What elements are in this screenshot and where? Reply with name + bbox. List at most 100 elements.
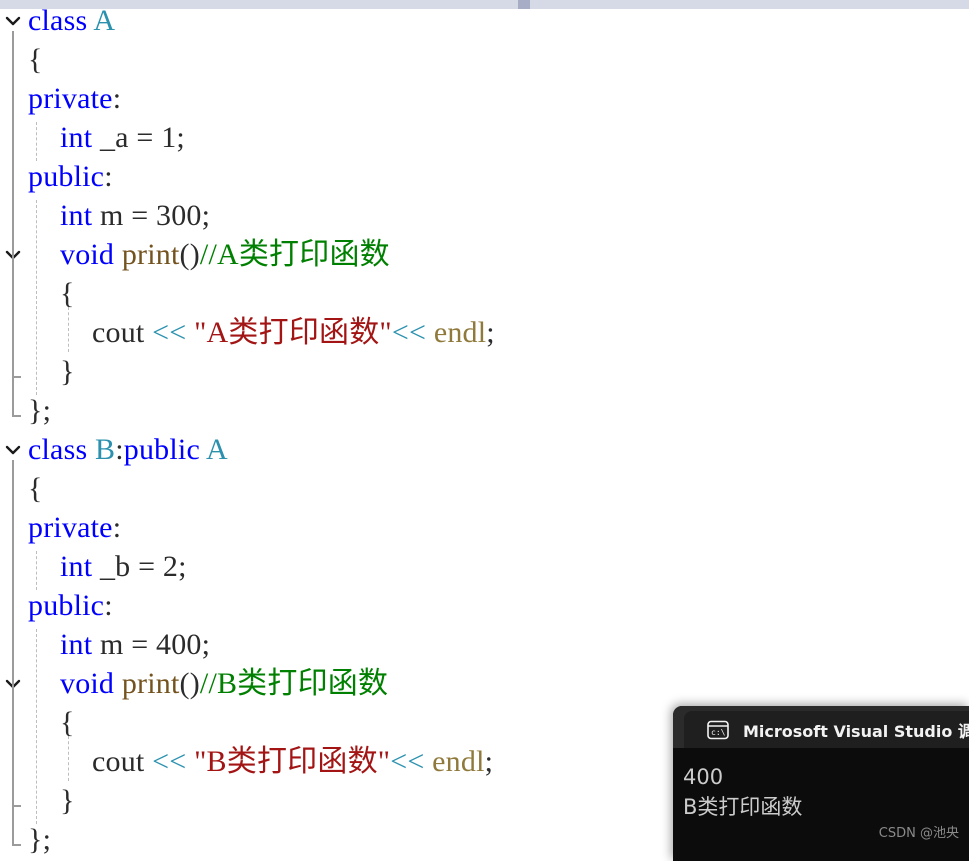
code-token: public [28, 160, 105, 193]
code-token: class [28, 433, 96, 466]
code-token: _a = 1; [92, 121, 185, 154]
code-token: : [112, 82, 122, 115]
code-token: { [60, 706, 75, 739]
indent-guide [68, 307, 69, 352]
code-line: { [28, 469, 43, 508]
outlining-guide-end [12, 844, 21, 846]
horizontal-scrollbar[interactable] [0, 0, 969, 9]
code-line: }; [28, 820, 51, 859]
outlining-guide-end [12, 805, 21, 807]
code-token: print [121, 667, 180, 700]
code-token: { [28, 472, 43, 505]
indent-guide [36, 122, 37, 161]
outlining-gutter[interactable] [0, 9, 26, 861]
code-line: } [60, 352, 75, 391]
console-tab[interactable]: c:\ Microsoft Visual Studio 调试 [684, 711, 969, 748]
code-token: : [104, 160, 113, 193]
code-line: public: [28, 586, 113, 625]
code-token: B [95, 433, 116, 466]
code-token: : [115, 433, 124, 466]
code-line: cout << "B类打印函数"<< endl; [92, 742, 493, 781]
console-title: Microsoft Visual Studio 调试 [743, 721, 969, 741]
code-token: cout [92, 316, 153, 349]
outlining-guide-end [12, 415, 21, 417]
horizontal-scrollbar-thumb[interactable] [518, 0, 530, 9]
collapse-chevron-icon[interactable] [3, 440, 23, 460]
code-line: int m = 400; [60, 625, 210, 664]
code-token: private [28, 82, 113, 115]
code-token: int [60, 628, 93, 661]
code-token: } [60, 784, 75, 817]
indent-guide [36, 551, 37, 590]
code-line: int m = 300; [60, 196, 210, 235]
outlining-guide-line [12, 694, 14, 805]
code-token: "A类打印函数" [194, 316, 392, 349]
collapse-chevron-icon[interactable] [3, 11, 23, 31]
code-token: () [179, 238, 200, 271]
code-token: m = 400; [92, 628, 211, 661]
code-token: << [390, 745, 425, 778]
code-token: void [60, 238, 122, 271]
code-line: }; [28, 391, 51, 430]
code-line: public: [28, 157, 113, 196]
code-token: cout [92, 745, 153, 778]
code-token: _b = 2; [92, 550, 187, 583]
console-tab-strip: c:\ Microsoft Visual Studio 调试 [673, 706, 969, 748]
code-token: public [28, 589, 105, 622]
code-token: ; [484, 745, 494, 778]
code-line: void print()//B类打印函数 [60, 664, 388, 703]
code-line: private: [28, 79, 121, 118]
code-line: void print()//A类打印函数 [60, 235, 390, 274]
code-token: print [121, 238, 180, 271]
code-line: cout << "A类打印函数"<< endl; [92, 313, 495, 352]
code-line: int _b = 2; [60, 547, 187, 586]
code-token: () [179, 667, 200, 700]
indent-guide [68, 736, 69, 781]
code-token: << [152, 745, 187, 778]
code-token: int [60, 199, 93, 232]
code-token: ; [486, 316, 495, 349]
code-token: : [112, 511, 122, 544]
code-token: endl [432, 745, 485, 778]
code-token: : [104, 589, 113, 622]
console-output-line: 400 [683, 765, 724, 789]
code-token: << [152, 316, 187, 349]
console-cmd-icon: c:\ [707, 720, 729, 740]
code-line: { [28, 40, 43, 79]
debug-console-window[interactable]: c:\ Microsoft Visual Studio 调试 400 B类打印函数… [673, 706, 969, 861]
console-output-line: B类打印函数 [683, 795, 803, 819]
code-token: endl [433, 316, 487, 349]
code-line: class A [28, 9, 115, 40]
outlining-guide-line [12, 265, 14, 376]
code-line: } [60, 781, 75, 820]
code-token: { [60, 277, 75, 310]
code-token: << [391, 316, 427, 349]
code-token: //A类打印函数 [199, 238, 390, 271]
code-line: int _a = 1; [60, 118, 185, 157]
code-token: { [28, 43, 43, 76]
code-line: class B:public A [28, 430, 228, 469]
outlining-guide-end [12, 376, 21, 378]
code-token: A [93, 9, 116, 37]
code-token: "B类打印函数" [194, 745, 391, 778]
code-token: public [123, 433, 207, 466]
csdn-watermark: CSDN @池央 [878, 826, 959, 841]
console-output: 400 B类打印函数 [673, 748, 969, 861]
code-line: private: [28, 508, 121, 547]
code-token: int [60, 121, 93, 154]
code-token: } [60, 355, 75, 388]
svg-text:c:\: c:\ [711, 728, 726, 737]
indent-guide [36, 629, 37, 824]
code-token: }; [28, 394, 52, 427]
code-token: m = 300; [92, 199, 211, 232]
code-token: //B类打印函数 [199, 667, 389, 700]
code-token: int [60, 550, 93, 583]
indent-guide [36, 200, 37, 395]
code-token: void [60, 667, 122, 700]
code-token: class [28, 9, 94, 37]
code-token: A [206, 433, 228, 466]
code-token: }; [28, 823, 52, 856]
